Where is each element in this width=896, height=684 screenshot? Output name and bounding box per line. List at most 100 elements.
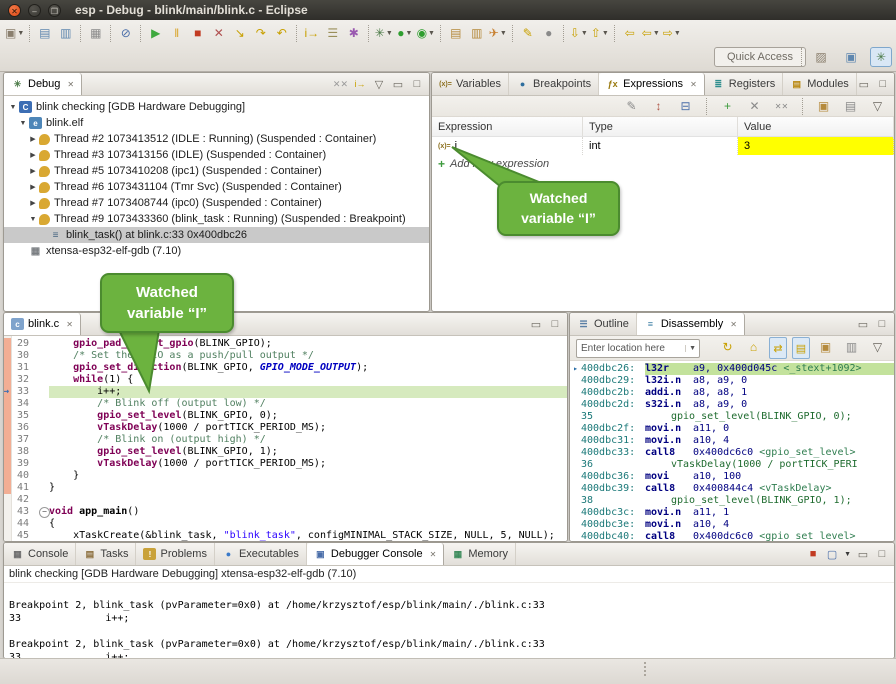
maximize-window-button[interactable]: ❒ (48, 4, 61, 17)
view-minimize-icon[interactable]: ▭ (856, 318, 870, 331)
tab-memory[interactable]: ▦Memory (444, 543, 516, 565)
view-display-selected-console-icon[interactable]: ▢ (825, 548, 839, 561)
code-line-35[interactable]: 35 gpio_set_level(BLINK_GPIO, 0); (4, 410, 567, 422)
dropdown-arrow-icon[interactable]: ▼ (386, 30, 393, 37)
code-line-32[interactable]: 32 while(1) { (4, 374, 567, 386)
debug-icon[interactable]: ✳▼ (373, 23, 394, 43)
close-tab-icon[interactable]: ✕ (67, 80, 74, 89)
disassembly-line[interactable]: ▸400dbc26:l32ra9, 0x400d045c <_stext+109… (570, 363, 894, 375)
view-minimize-icon[interactable]: ▭ (857, 78, 871, 91)
collapse-all-icon[interactable]: ⊟ (675, 96, 696, 116)
disassembly-line[interactable]: 400dbc31:movi.na10, 4 (570, 435, 894, 447)
back-icon[interactable]: ⇦▼ (640, 23, 661, 43)
tab-modules[interactable]: ▤Modules (783, 73, 857, 95)
remove-all-expressions-icon[interactable]: ✕✕ (771, 96, 792, 116)
location-combo[interactable]: Enter location here ▼ (576, 339, 700, 358)
show-logical-structures-icon[interactable]: ↕ (648, 96, 669, 116)
step-return-icon[interactable]: ↶ (271, 23, 292, 43)
dropdown-arrow-icon[interactable]: ▼ (602, 30, 609, 37)
close-tab-icon[interactable]: ✕ (66, 320, 73, 329)
code-line-44[interactable]: 44{ (4, 518, 567, 530)
debug-tree-item[interactable]: ▼Cblink checking [GDB Hardware Debugging… (4, 99, 429, 115)
debug-perspective-button[interactable]: ✳ (870, 47, 892, 67)
code-line-36[interactable]: 36 vTaskDelay(1000 / portTICK_PERIOD_MS)… (4, 422, 567, 434)
code-line-42[interactable]: 42 (4, 494, 567, 506)
disassembly-line[interactable]: 400dbc2b:addi.na8, a8, 1 (570, 387, 894, 399)
use-step-filters-icon[interactable]: ✱ (343, 23, 364, 43)
dropdown-arrow-icon[interactable]: ▼ (844, 551, 851, 558)
code-text[interactable]: gpio_set_direction(BLINK_GPIO, GPIO_MODE… (49, 362, 567, 374)
refresh-view-icon[interactable]: ↻ (717, 337, 738, 357)
view-menu-icon[interactable]: ▽ (867, 337, 888, 357)
save-all-icon[interactable]: ▥ (55, 23, 76, 43)
instruction-stepping-icon[interactable]: i→ (301, 23, 322, 43)
disassembly-line[interactable]: 400dbc39:call80x400844c4 <vTaskDelay> (570, 483, 894, 495)
open-perspective-button[interactable]: ▨ (810, 47, 832, 67)
statusbar-sash[interactable] (644, 662, 646, 676)
column-header-expression[interactable]: Expression (432, 117, 583, 136)
view-minimize-icon[interactable]: ▭ (391, 78, 405, 91)
combo-dropdown-icon[interactable]: ▼ (685, 345, 699, 352)
disconnect-icon[interactable]: ✕ (208, 23, 229, 43)
expression-cell[interactable]: (x)=i (432, 137, 583, 155)
dropdown-arrow-icon[interactable]: ▼ (653, 30, 660, 37)
tab-executables[interactable]: ●Executables (215, 543, 307, 565)
debug-tree-item[interactable]: ▶Thread #6 1073431104 (Tmr Svc) (Suspend… (4, 179, 429, 195)
disassembly-line[interactable]: 38gpio_set_level(BLINK_GPIO, 1); (570, 495, 894, 507)
code-text[interactable]: } (49, 470, 567, 482)
view-maximize-icon[interactable]: □ (875, 318, 889, 330)
step-into-icon[interactable]: ↘ (229, 23, 250, 43)
view-maximize-icon[interactable]: □ (875, 548, 889, 560)
disassembly-line[interactable]: 400dbc3e:movi.na10, 4 (570, 519, 894, 531)
new-wizard-icon[interactable]: ▣▼ (4, 23, 25, 43)
show-type-names-icon[interactable]: ✎ (621, 96, 642, 116)
console-output[interactable]: Breakpoint 2, blink_task (pvParameter=0x… (4, 583, 894, 659)
cpp-perspective-button[interactable]: ▣ (840, 47, 862, 67)
code-text[interactable]: } (49, 482, 567, 494)
tab-console[interactable]: ▦Console (4, 543, 76, 565)
view-terminate-console-icon[interactable]: ■ (806, 548, 820, 560)
tree-expand-icon[interactable]: ▶ (28, 151, 38, 159)
debug-tree-item[interactable]: ≡blink_task() at blink.c:33 0x400dbc26 (4, 227, 429, 243)
code-text[interactable]: /* Blink off (output low) */ (49, 398, 567, 410)
new-disassembly-view-icon[interactable]: ▣ (815, 337, 836, 357)
dropdown-arrow-icon[interactable]: ▼ (17, 30, 24, 37)
view-remove-all-terminated-icon[interactable]: ✕✕ (333, 79, 348, 90)
resume-icon[interactable]: ▶ (145, 23, 166, 43)
close-tab-icon[interactable]: ✕ (730, 320, 737, 329)
go-home-icon[interactable]: ⌂ (743, 337, 764, 357)
disassembly-line[interactable]: 400dbc33:call80x400dc6c0 <gpio_set_level… (570, 447, 894, 459)
code-text[interactable]: vTaskDelay(1000 / portTICK_PERIOD_MS); (49, 458, 567, 470)
tab-problems[interactable]: !Problems (136, 543, 214, 565)
tree-expand-icon[interactable]: ▶ (28, 199, 38, 207)
layout-view-icon[interactable]: ▥ (841, 337, 862, 357)
next-annotation-icon[interactable]: ⇩▼ (568, 23, 589, 43)
remove-expression-icon[interactable]: ✕ (744, 96, 765, 116)
disassembly-line[interactable]: 400dbc2d:s32i.na8, a9, 0 (570, 399, 894, 411)
disassembly-line[interactable]: 400dbc2f:movi.na11, 0 (570, 423, 894, 435)
save-icon[interactable]: ▤ (34, 23, 55, 43)
view-maximize-icon[interactable]: □ (876, 78, 890, 90)
tab-debug[interactable]: ✳Debug✕ (4, 73, 82, 95)
view-minimize-icon[interactable]: ▭ (856, 548, 870, 561)
code-text[interactable]: /* Set the GPIO as a push/pull output */ (49, 350, 567, 362)
code-line-29[interactable]: 29 gpio_pad_select_gpio(BLINK_GPIO); (4, 338, 567, 350)
tab-disassembly[interactable]: ≡Disassembly✕ (637, 313, 745, 335)
tab-variables[interactable]: (x)=Variables (432, 73, 509, 95)
add-new-expression-row[interactable]: + Add new expression (432, 155, 894, 173)
debug-tree-item[interactable]: ▦xtensa-esp32-elf-gdb (7.10) (4, 243, 429, 259)
code-editor[interactable]: 29 gpio_pad_select_gpio(BLINK_GPIO);30 /… (4, 336, 567, 542)
tab-breakpoints[interactable]: ●Breakpoints (509, 73, 599, 95)
code-line-43[interactable]: 43−void app_main() (4, 506, 567, 518)
disassembly-line[interactable]: 35gpio_set_level(BLINK_GPIO, 0); (570, 411, 894, 423)
last-edit-location-icon[interactable]: ⇦ (619, 23, 640, 43)
suspend-icon[interactable]: ‖ (166, 23, 187, 43)
column-header-value[interactable]: Value (738, 117, 894, 136)
code-line-33[interactable]: →33 i++; (4, 386, 567, 398)
sync-with-active-frame-icon[interactable]: ⇄ (769, 337, 787, 359)
disassembly-listing[interactable]: ▸400dbc26:l32ra9, 0x400d045c <_stext+109… (570, 361, 894, 542)
close-tab-icon[interactable]: ✕ (430, 550, 437, 559)
code-line-31[interactable]: 31 gpio_set_direction(BLINK_GPIO, GPIO_M… (4, 362, 567, 374)
code-line-30[interactable]: 30 /* Set the GPIO as a push/pull output… (4, 350, 567, 362)
view-view-menu-icon[interactable]: ▽ (372, 78, 386, 91)
